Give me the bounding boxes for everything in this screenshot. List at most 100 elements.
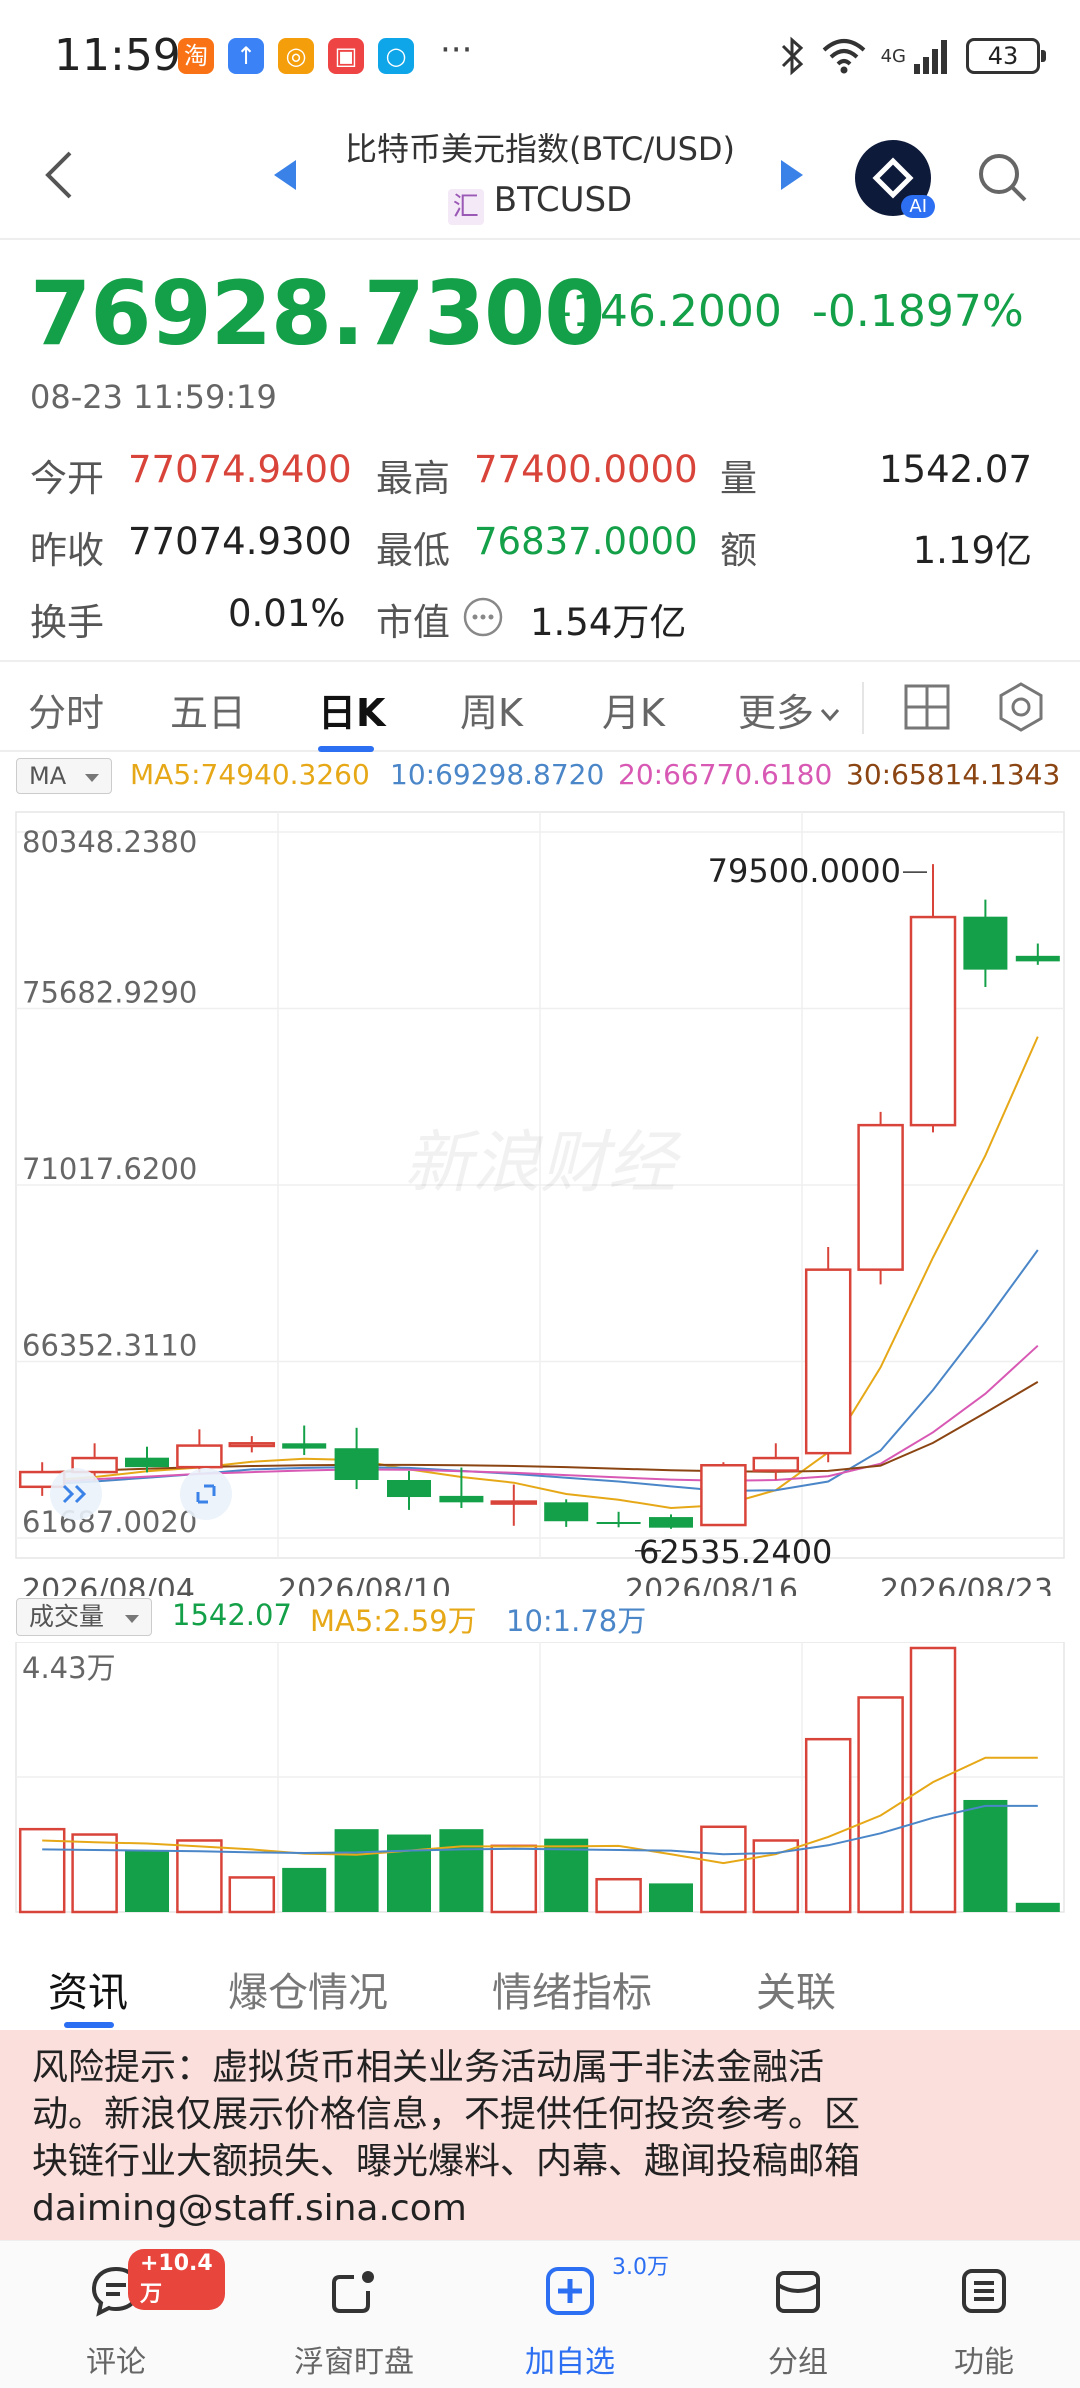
nav-float-window-label: 浮窗盯盘 — [294, 2345, 414, 2380]
candle — [282, 1425, 327, 1456]
candle-body — [386, 1480, 432, 1498]
app-notification-icon: ↑ — [228, 38, 264, 74]
market-cap-value: 1.54万亿 — [530, 601, 687, 644]
tab-monthly-k[interactable]: 月K — [602, 682, 665, 737]
y-axis-tick-label: 71017.6200 — [22, 1152, 197, 1186]
nav-function[interactable]: 功能 — [876, 2241, 1080, 2388]
ma-legend: MA MA5:74940.3260 10:69298.8720 20:66770… — [0, 758, 1080, 798]
volume-bar — [700, 1825, 747, 1914]
candle-body — [963, 916, 1008, 970]
candle-body — [282, 1443, 327, 1449]
high-label: 最高 — [376, 457, 450, 500]
volume-bar — [386, 1834, 432, 1912]
min-price-label: 62535.2400 — [639, 1533, 832, 1571]
tab-liquidation[interactable]: 爆仓情况 — [228, 1960, 388, 2018]
quote-time: 08-23 11:59:19 — [30, 378, 277, 416]
candle-body — [124, 1457, 170, 1468]
tab-weekly-k[interactable]: 周K — [460, 682, 523, 737]
add-favorite-icon — [546, 2267, 594, 2315]
candle — [228, 1436, 276, 1453]
ma30-label: 30:65814.1343 — [846, 758, 1061, 791]
nav-comment[interactable]: +10.4万 评论 — [8, 2241, 225, 2388]
tab-more[interactable]: 更多 — [738, 682, 814, 737]
nav-comment-label: 评论 — [86, 2345, 146, 2380]
tab-five-day[interactable]: 五日 — [170, 682, 246, 737]
prev-close-value: 77074.9300 — [128, 520, 352, 563]
tab-timeshare[interactable]: 分时 — [28, 682, 104, 737]
search-icon[interactable] — [975, 150, 1031, 206]
volume-bar — [71, 1833, 118, 1914]
candle — [386, 1470, 432, 1510]
nav-add-favorite[interactable]: 3.0万 加自选 — [462, 2241, 678, 2388]
candle — [857, 1111, 904, 1285]
volume-bar — [124, 1850, 170, 1912]
volume-legend: 成交量 1542.07 MA5:2.59万 10:1.78万 — [0, 1598, 1080, 1638]
y-axis-tick-label: 61687.0020 — [22, 1505, 197, 1539]
function-icon — [962, 2269, 1006, 2313]
tab-related[interactable]: 关联 — [756, 1960, 836, 2018]
volume-chart[interactable]: 4.43万 — [0, 1642, 1080, 1926]
candle-body — [752, 1456, 800, 1472]
collapse-chart-icon[interactable] — [50, 1468, 102, 1520]
settings-icon[interactable] — [994, 680, 1048, 734]
candle — [1015, 943, 1060, 965]
grid-layout-icon[interactable] — [902, 682, 952, 732]
candle — [544, 1499, 589, 1527]
low-value: 76837.0000 — [474, 520, 698, 563]
tab-daily-k[interactable]: 日K — [318, 682, 385, 737]
prev-close-label: 昨收 — [30, 529, 104, 572]
x-axis-tick-label: 2026/08/04 — [22, 1573, 195, 1596]
market-cap-label: 市值 — [376, 601, 450, 644]
low-label: 最低 — [376, 529, 450, 572]
volume-bar — [963, 1799, 1008, 1912]
nav-add-favorite-label: 加自选 — [525, 2345, 615, 2380]
quote-row-3: 换手 0.01% 市值 1.54万亿 — [0, 592, 1080, 662]
volume-indicator-selector[interactable]: 成交量 — [16, 1598, 152, 1636]
volume-bar — [804, 1737, 852, 1914]
expand-chart-icon[interactable] — [180, 1468, 232, 1520]
more-info-icon[interactable] — [462, 596, 504, 638]
candle-body — [176, 1444, 223, 1469]
bottom-navigation: +10.4万 评论 浮窗盯盘 3.0万 加自选 分组 功能 — [0, 2240, 1080, 2388]
more-dropdown-icon[interactable] — [820, 708, 840, 722]
candle-body — [648, 1517, 694, 1528]
comment-count-badge: +10.4万 — [128, 2249, 225, 2310]
group-icon — [776, 2271, 820, 2313]
tab-news[interactable]: 资讯 — [48, 1960, 128, 2018]
ai-tag: AI — [901, 195, 935, 218]
candle — [176, 1429, 223, 1473]
nav-float-window[interactable]: 浮窗盯盘 — [246, 2241, 462, 2388]
wifi-icon — [822, 39, 865, 74]
candle-body — [439, 1495, 484, 1503]
more-notifications-icon: ··· — [440, 30, 473, 70]
app-notification-icon: ▣ — [328, 38, 364, 74]
risk-text-line: 块链行业大额损失、曝光爆料、内幕、趣闻投稿邮箱 — [32, 2141, 861, 2182]
turnover-value: 0.01% — [228, 592, 346, 635]
volume-bar — [439, 1829, 484, 1912]
risk-text-line: 风险提示：虚拟货币相关业务活动属于非法金融活 — [32, 2047, 825, 2088]
volume-value: 1542.07 — [878, 448, 1032, 491]
symbol-code: BTCUSD — [493, 180, 633, 220]
ma20-label: 20:66770.6180 — [618, 758, 833, 791]
app-notification-icon: ◎ — [278, 38, 314, 74]
nav-group[interactable]: 分组 — [690, 2241, 906, 2388]
volume-bar — [334, 1829, 379, 1912]
ma-indicator-selector[interactable]: MA — [16, 758, 112, 794]
last-price: 76928.7300 — [30, 262, 606, 365]
volume-bar — [648, 1883, 694, 1912]
next-symbol-arrow-icon[interactable] — [781, 160, 803, 190]
signal-icon — [914, 40, 947, 74]
y-axis-tick-label: 75682.9290 — [22, 976, 197, 1010]
ai-assistant-button[interactable]: AI — [855, 140, 935, 218]
info-tabs: 资讯 爆仓情况 情绪指标 关联 — [0, 1938, 1080, 2030]
risk-email[interactable]: daiming@staff.sina.com — [32, 2185, 1048, 2232]
candle-body — [804, 1268, 852, 1455]
tab-divider — [862, 682, 864, 734]
active-tab-indicator — [318, 746, 374, 752]
ma10-label: 10:69298.8720 — [390, 758, 605, 791]
candle-body — [857, 1123, 904, 1271]
x-axis-tick-label: 2026/08/10 — [278, 1573, 451, 1596]
candlestick-chart[interactable]: 新浪财经 80348.2380 75682.9290 71017.6200 66352… — [0, 806, 1080, 1596]
network-type: 4G — [880, 45, 906, 67]
tab-sentiment[interactable]: 情绪指标 — [492, 1960, 652, 2018]
